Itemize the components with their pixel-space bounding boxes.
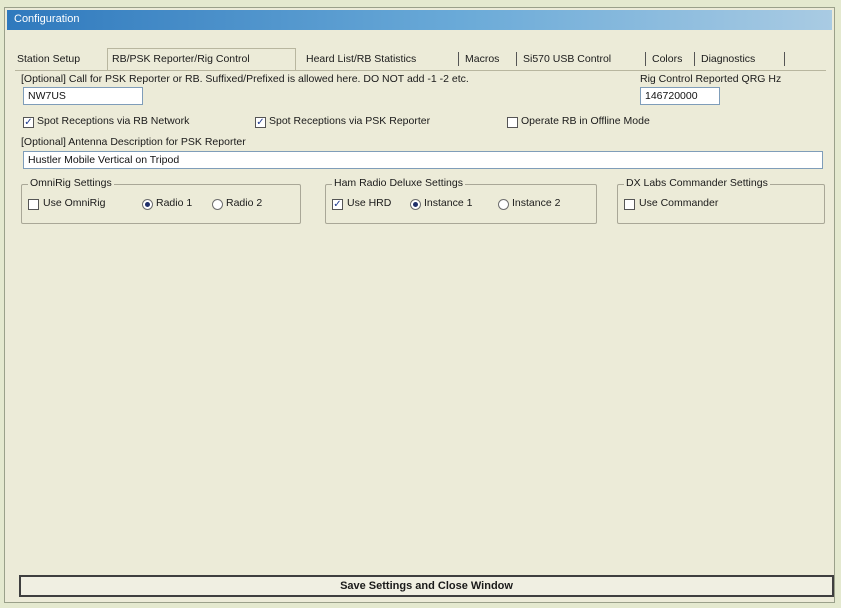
tab-strip: Station Setup RB/PSK Reporter/Rig Contro… <box>13 48 792 70</box>
tab-colors[interactable]: Colors <box>648 50 692 68</box>
hrd-settings-title: Ham Radio Deluxe Settings <box>332 177 465 189</box>
call-input[interactable] <box>23 87 143 105</box>
save-settings-label: Save Settings and Close Window <box>340 580 513 592</box>
tab-si570-usb-control[interactable]: Si570 USB Control <box>519 50 643 68</box>
omnirig-settings-group: OmniRig Settings Use OmniRig Radio 1 Rad… <box>21 177 301 224</box>
antenna-label: [Optional] Antenna Description for PSK R… <box>21 136 246 148</box>
tab-separator <box>516 52 517 66</box>
instance-1-label: Instance 1 <box>424 197 473 209</box>
offline-mode-label: Operate RB in Offline Mode <box>521 115 650 127</box>
title-bar[interactable]: Configuration <box>7 10 832 30</box>
use-hrd-checkbox[interactable]: ✓ <box>332 199 343 210</box>
omnirig-settings-title: OmniRig Settings <box>28 177 114 189</box>
instance-2-label: Instance 2 <box>512 197 561 209</box>
dxlabs-commander-settings-title: DX Labs Commander Settings <box>624 177 770 189</box>
tab-separator <box>645 52 646 66</box>
tab-label: Si570 USB Control <box>523 53 612 65</box>
rig-qrg-input[interactable] <box>640 87 720 105</box>
use-omnirig-checkbox[interactable] <box>28 199 39 210</box>
offline-mode-checkbox[interactable] <box>507 117 518 128</box>
rig-qrg-label: Rig Control Reported QRG Hz <box>640 73 782 85</box>
use-hrd-label: Use HRD <box>347 197 392 209</box>
radio-1-label: Radio 1 <box>156 197 193 209</box>
tab-separator <box>694 52 695 66</box>
tab-label: Colors <box>652 53 683 65</box>
dxlabs-commander-settings-group: DX Labs Commander Settings Use Commander <box>617 177 825 224</box>
tab-label: Station Setup <box>17 53 81 65</box>
window-client-area: Station Setup RB/PSK Reporter/Rig Contro… <box>7 30 832 600</box>
tab-label: RB/PSK Reporter/Rig Control <box>112 53 250 65</box>
spot-rb-network-label: Spot Receptions via RB Network <box>37 115 190 127</box>
spot-rb-network-checkbox[interactable]: ✓ <box>23 117 34 128</box>
tab-diagnostics[interactable]: Diagnostics <box>697 50 783 68</box>
tab-page-rb-psk-rig-control: [Optional] Call for PSK Reporter or RB. … <box>15 70 826 579</box>
tab-separator <box>458 52 459 66</box>
spot-psk-reporter-checkbox[interactable]: ✓ <box>255 117 266 128</box>
antenna-input[interactable] <box>23 151 823 169</box>
tab-heard-list-rb-statistics[interactable]: Heard List/RB Statistics <box>302 50 452 68</box>
save-settings-button[interactable]: Save Settings and Close Window <box>19 575 834 597</box>
use-commander-label: Use Commander <box>639 197 719 209</box>
window-title: Configuration <box>14 13 80 25</box>
use-commander-checkbox[interactable] <box>624 199 635 210</box>
tab-label: Heard List/RB Statistics <box>306 53 417 65</box>
tab-label: Diagnostics <box>701 53 756 65</box>
tab-station-setup[interactable]: Station Setup <box>13 50 101 68</box>
instance-1-radio[interactable] <box>410 199 421 210</box>
tab-separator <box>784 52 785 66</box>
radio-2-label: Radio 2 <box>226 197 263 209</box>
radio-2-radio[interactable] <box>212 199 223 210</box>
tab-rb-psk-rig-control[interactable]: RB/PSK Reporter/Rig Control <box>107 48 296 70</box>
configuration-window: Configuration Station Setup RB/PSK Repor… <box>4 7 835 603</box>
tab-macros[interactable]: Macros <box>461 50 511 68</box>
use-omnirig-label: Use OmniRig <box>43 197 106 209</box>
call-label: [Optional] Call for PSK Reporter or RB. … <box>21 73 469 85</box>
instance-2-radio[interactable] <box>498 199 509 210</box>
radio-1-radio[interactable] <box>142 199 153 210</box>
hrd-settings-group: Ham Radio Deluxe Settings ✓ Use HRD Inst… <box>325 177 597 224</box>
spot-psk-reporter-label: Spot Receptions via PSK Reporter <box>269 115 431 127</box>
tab-label: Macros <box>465 53 500 65</box>
